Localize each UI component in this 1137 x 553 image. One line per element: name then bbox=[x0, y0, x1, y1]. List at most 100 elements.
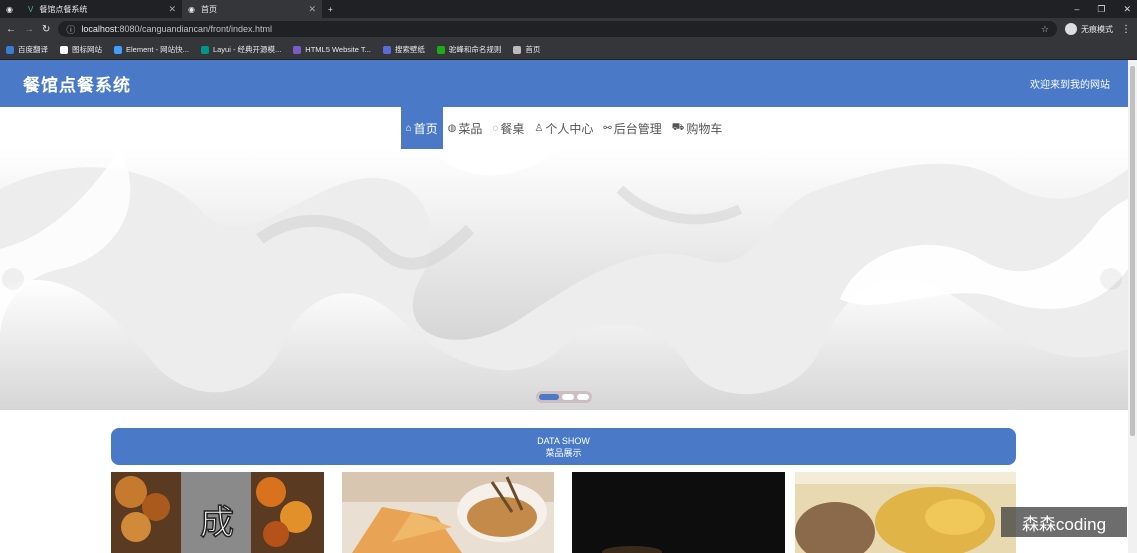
info-icon: ⓘ bbox=[66, 24, 76, 35]
dish-card[interactable] bbox=[342, 472, 554, 553]
bookmark-label: HTML5 Website T... bbox=[305, 45, 371, 54]
forward-icon[interactable]: → bbox=[24, 24, 34, 35]
bookmarks-bar: 百度翻译 图标网站 Element - 网站快... Layui - 经典开源模...… bbox=[0, 40, 1137, 60]
dish-image bbox=[795, 472, 1016, 553]
banner-carousel[interactable] bbox=[0, 149, 1128, 410]
tab-title: 餐馆点餐系统 bbox=[39, 4, 88, 14]
dish-card[interactable] bbox=[572, 472, 785, 553]
page-scrollbar[interactable] bbox=[1128, 60, 1137, 553]
site-title: 餐馆点餐系统 bbox=[23, 76, 131, 95]
bookmark-icon bbox=[200, 45, 209, 54]
window-controls: – ❐ ✕ bbox=[1074, 0, 1131, 18]
incognito-label: 无痕模式 bbox=[1081, 24, 1113, 34]
dish-image bbox=[572, 472, 785, 553]
section-header: DATA SHOW 菜品展示 bbox=[111, 428, 1016, 465]
bookmark-item[interactable]: Layui - 经典开源模... bbox=[200, 44, 281, 55]
star-icon[interactable]: ☆ bbox=[1041, 24, 1049, 35]
banner-image bbox=[0, 149, 1128, 410]
bookmark-item[interactable]: 图标网站 bbox=[60, 44, 102, 55]
nav-icon: ⚯ bbox=[603, 122, 612, 134]
nav-label: 个人中心 bbox=[545, 121, 594, 136]
welcome-text: 欢迎来到我的网站 bbox=[1030, 80, 1110, 91]
bookmark-item[interactable]: Element - 网站快... bbox=[114, 44, 189, 55]
nav-icon: ♙ bbox=[534, 122, 544, 134]
nav-label: 首页 bbox=[413, 121, 438, 136]
tab-title: 首页 bbox=[200, 4, 217, 14]
bookmark-item[interactable]: 搜索壁纸 bbox=[382, 44, 425, 55]
dish-image bbox=[342, 472, 554, 553]
close-window-button[interactable]: ✕ bbox=[1123, 4, 1131, 15]
carousel-prev-button[interactable] bbox=[2, 268, 24, 290]
nav-label: 菜品 bbox=[458, 121, 483, 136]
browser-tab-bar: ◉ V 餐馆点餐系统 ✕ ◉ 首页 ✕ + – ❐ ✕ bbox=[0, 0, 1137, 18]
bookmark-item[interactable]: 驼峰和命名规则 bbox=[436, 44, 502, 55]
dish-image: 成 bbox=[111, 472, 324, 553]
vue-icon: V bbox=[28, 4, 34, 14]
menu-icon[interactable]: ⋮ bbox=[1121, 24, 1131, 35]
close-icon[interactable]: ✕ bbox=[308, 4, 316, 15]
bookmark-label: 驼峰和命名规则 bbox=[448, 45, 502, 54]
carousel-dot[interactable] bbox=[562, 394, 574, 400]
nav-icon: ⌂ bbox=[405, 122, 412, 134]
nav-icon: ◌ bbox=[492, 122, 499, 134]
main-nav: ⌂ 首页 ◍ 菜品 ◌ 餐桌 ♙ 个人中心 ⚯ 后台管理 ⛟ 购物车 bbox=[0, 107, 1128, 149]
dish-image-text: 成 bbox=[200, 503, 234, 543]
bookmark-label: 首页 bbox=[525, 45, 541, 54]
tab-home[interactable]: ◉ 首页 ✕ bbox=[182, 0, 322, 18]
nav-icon: ⛟ bbox=[671, 121, 685, 133]
url-host: localhost bbox=[81, 24, 117, 34]
nav-item-2[interactable]: ◌ 餐桌 bbox=[487, 107, 529, 149]
bookmark-icon bbox=[513, 45, 522, 54]
bookmark-item[interactable]: 百度翻译 bbox=[6, 44, 48, 55]
dish-card[interactable] bbox=[795, 472, 1016, 553]
bookmark-label: 搜索壁纸 bbox=[394, 45, 425, 54]
nav-item-4[interactable]: ⚯ 后台管理 bbox=[598, 107, 666, 149]
nav-label: 餐桌 bbox=[500, 121, 525, 136]
carousel-next-button[interactable] bbox=[1100, 268, 1122, 290]
carousel-dot[interactable] bbox=[577, 394, 589, 400]
incognito-indicator[interactable]: 无痕模式 bbox=[1065, 23, 1113, 35]
nav-item-3[interactable]: ♙ 个人中心 bbox=[529, 107, 598, 149]
carousel-dot[interactable] bbox=[539, 394, 559, 400]
restore-button[interactable]: ❐ bbox=[1097, 4, 1105, 15]
bookmark-item[interactable]: HTML5 Website T... bbox=[293, 45, 371, 54]
tab-blank[interactable]: ◉ bbox=[0, 0, 22, 18]
bookmark-label: 百度翻译 bbox=[18, 45, 48, 54]
nav-label: 购物车 bbox=[686, 121, 723, 136]
globe-icon: ◉ bbox=[188, 4, 195, 14]
address-toolbar: ← → ↻ ⓘ localhost:8080/canguandiancan/fr… bbox=[0, 18, 1137, 40]
nav-item-1[interactable]: ◍ 菜品 bbox=[443, 107, 488, 149]
dish-card[interactable]: 成 bbox=[111, 472, 324, 553]
bookmark-icon bbox=[293, 45, 302, 54]
new-tab-button[interactable]: + bbox=[322, 0, 339, 18]
site-header: 餐馆点餐系统 欢迎来到我的网站 bbox=[0, 60, 1128, 107]
bookmark-icon bbox=[436, 45, 445, 54]
section-title-cn: 菜品展示 bbox=[545, 448, 582, 458]
scrollbar-thumb[interactable] bbox=[1130, 66, 1135, 436]
nav-label: 后台管理 bbox=[613, 121, 662, 136]
bookmark-item[interactable]: 首页 bbox=[513, 44, 540, 55]
bookmark-icon bbox=[114, 45, 122, 54]
bookmark-label: Element - 网站快... bbox=[126, 45, 189, 54]
nav-icon: ◍ bbox=[447, 122, 457, 134]
globe-icon: ◉ bbox=[6, 4, 13, 14]
nav-item-5[interactable]: ⛟ 购物车 bbox=[667, 107, 728, 149]
close-icon[interactable]: ✕ bbox=[168, 4, 176, 15]
incognito-icon bbox=[1065, 23, 1077, 35]
bookmark-icon bbox=[6, 45, 14, 54]
bookmark-icon bbox=[382, 45, 391, 54]
dish-cards: 成 bbox=[0, 472, 1128, 553]
section-title-en: DATA SHOW bbox=[537, 436, 590, 446]
minimize-button[interactable]: – bbox=[1074, 4, 1079, 14]
reload-icon[interactable]: ↻ bbox=[42, 24, 50, 35]
url-path: :8080/canguandiancan/front/index.html bbox=[116, 24, 273, 34]
bookmark-label: 图标网站 bbox=[72, 45, 102, 54]
web-page: 餐馆点餐系统 欢迎来到我的网站 ⌂ 首页 ◍ 菜品 ◌ 餐桌 ♙ 个人中心 ⚯ 后台管理 ⛟ 购物车 bbox=[0, 60, 1128, 553]
back-icon[interactable]: ← bbox=[6, 24, 16, 35]
tab-app[interactable]: V 餐馆点餐系统 ✕ bbox=[22, 0, 182, 18]
bookmark-icon bbox=[60, 45, 68, 54]
carousel-indicators bbox=[536, 391, 592, 403]
nav-item-0[interactable]: ⌂ 首页 bbox=[400, 107, 443, 149]
watermark: 森森coding bbox=[1001, 507, 1127, 537]
url-input[interactable]: ⓘ localhost:8080/canguandiancan/front/in… bbox=[58, 21, 1057, 37]
